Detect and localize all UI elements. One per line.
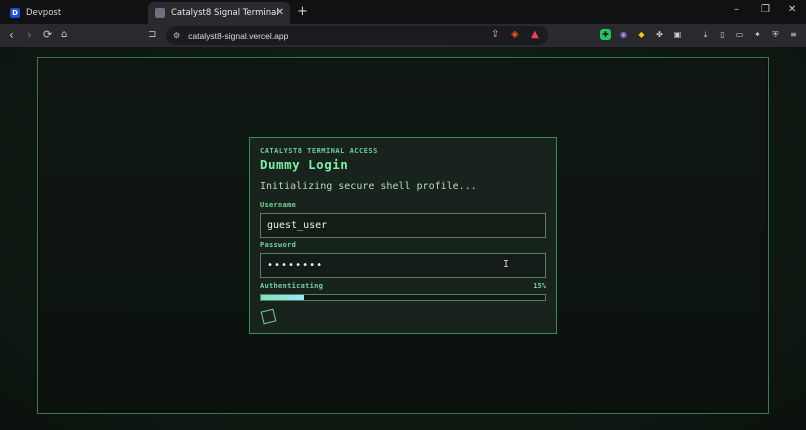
page-favicon-icon: [155, 8, 165, 18]
tab-devpost[interactable]: D Devpost: [4, 2, 146, 24]
page-viewport: CATALYST8 TERMINAL ACCESS Dummy Login In…: [0, 47, 806, 430]
card-kicker: CATALYST8 TERMINAL ACCESS: [260, 147, 378, 155]
share-icon[interactable]: ⇪: [491, 29, 499, 40]
home-icon[interactable]: ⌂: [61, 28, 67, 42]
devpost-favicon-icon: D: [10, 8, 20, 18]
tab-label: Catalyst8 Signal Terminal: [171, 8, 279, 18]
tab-label: Devpost: [26, 8, 62, 18]
progress-fill: [261, 295, 304, 300]
login-card: CATALYST8 TERMINAL ACCESS Dummy Login In…: [249, 137, 557, 334]
username-field[interactable]: guest_user: [260, 213, 546, 238]
auth-label: Authenticating: [260, 282, 324, 290]
menu-icon[interactable]: ≡: [788, 29, 799, 40]
reload-icon[interactable]: ⟳: [43, 28, 52, 42]
site-info-icon[interactable]: ⚙: [173, 31, 180, 40]
extension-icon[interactable]: ✚: [600, 29, 611, 40]
tab-strip: D Devpost Catalyst8 Signal Terminal ✕ + …: [0, 0, 806, 24]
leo-ai-icon[interactable]: ✦: [752, 29, 763, 40]
screenshot-icon[interactable]: ▣: [672, 29, 683, 40]
sidebar-icon[interactable]: ▯: [717, 29, 728, 40]
url-text[interactable]: catalyst8-signal.vercel.app: [188, 31, 288, 41]
rewards-icon[interactable]: ▲: [531, 29, 539, 40]
username-label: Username: [260, 201, 297, 209]
auth-progress-bar: [260, 294, 546, 301]
extensions-puzzle-icon[interactable]: ✤: [654, 29, 665, 40]
wallet-icon[interactable]: ▭: [734, 29, 745, 40]
extension-icon[interactable]: ◉: [618, 29, 629, 40]
brave-shield-icon[interactable]: ◈: [511, 29, 519, 40]
bookmark-icon[interactable]: ⊐: [148, 28, 156, 42]
download-icon[interactable]: ⤓: [700, 29, 711, 40]
status-text: Initializing secure shell profile...: [260, 181, 477, 192]
page-title: Dummy Login: [260, 157, 349, 172]
forward-icon[interactable]: ›: [27, 28, 32, 42]
back-icon[interactable]: ‹: [9, 28, 14, 42]
restore-button[interactable]: ❐: [761, 4, 770, 15]
new-tab-button[interactable]: +: [297, 4, 308, 19]
address-bar[interactable]: ⚙ catalyst8-signal.vercel.app ⇪ ◈ ▲: [166, 26, 548, 45]
tab-catalyst8[interactable]: Catalyst8 Signal Terminal ✕: [148, 2, 290, 24]
loading-spinner-icon: [260, 308, 277, 325]
text-cursor-icon: I: [503, 259, 510, 270]
minimize-button[interactable]: –: [734, 4, 739, 15]
nav-bar: ‹ › ⟳ ⌂ ⊐ ⚙ catalyst8-signal.vercel.app …: [0, 24, 806, 47]
vpn-icon[interactable]: ⛨: [770, 29, 781, 40]
close-tab-icon[interactable]: ✕: [276, 7, 284, 18]
close-window-button[interactable]: ✕: [788, 4, 796, 15]
extension-icon[interactable]: ◆: [636, 29, 647, 40]
password-label: Password: [260, 241, 297, 249]
auth-percent: 15%: [533, 282, 546, 290]
